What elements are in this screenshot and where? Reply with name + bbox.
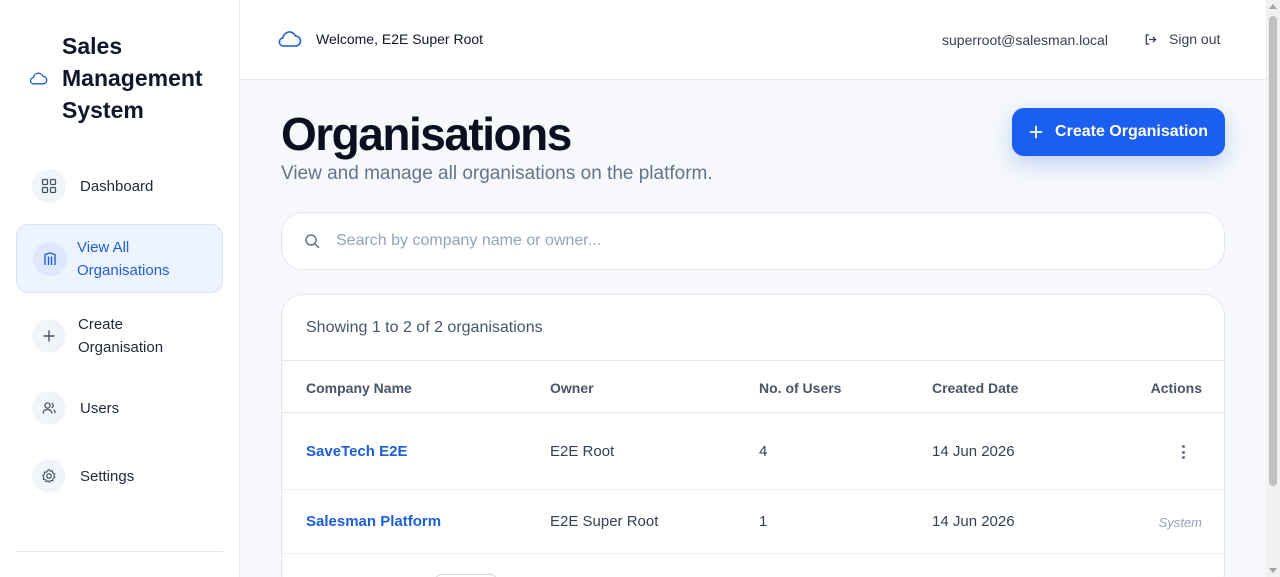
- users-count-cell: 4: [759, 443, 768, 460]
- scroll-up-icon[interactable]: [1269, 4, 1277, 9]
- row-actions-menu-icon[interactable]: [1178, 445, 1188, 459]
- search-icon: [305, 234, 320, 249]
- users-icon: [32, 391, 66, 425]
- plus-icon: [32, 319, 66, 353]
- owner-cell: E2E Super Root: [550, 513, 659, 530]
- search-bar: [281, 212, 1225, 270]
- company-name-link[interactable]: Salesman Platform: [306, 513, 441, 530]
- organisations-table-card: Showing 1 to 2 of 2 organisations Compan…: [281, 294, 1225, 577]
- sidebar-divider: [16, 551, 223, 552]
- sidebar-item-label: View All Organisations: [77, 238, 170, 279]
- user-email: superroot@salesman.local: [942, 32, 1108, 48]
- gear-icon: [32, 459, 66, 493]
- created-date-cell: 14 Jun 2026: [932, 443, 1015, 460]
- column-header-owner: Owner: [550, 380, 594, 396]
- system-label: System: [1158, 515, 1202, 530]
- sidebar-item-create-organisation[interactable]: Create Organisation: [16, 313, 223, 359]
- sidebar-item-label: Users: [80, 399, 120, 417]
- sidebar: Sales Management System Dashboard View A…: [0, 0, 240, 577]
- sign-out-icon: [1145, 33, 1157, 45]
- brand[interactable]: Sales Management System: [28, 30, 222, 126]
- column-header-users: No. of Users: [759, 380, 842, 396]
- sidebar-item-label: Settings: [80, 467, 135, 485]
- sidebar-item-label: Create Organisation: [78, 316, 164, 356]
- page-scrollbar[interactable]: [1266, 0, 1280, 577]
- building-icon: [33, 241, 67, 276]
- page-subtitle: View and manage all organisations on the…: [281, 163, 713, 184]
- table-row: Salesman Platform E2E Super Root 1 14 Ju…: [282, 490, 1224, 554]
- sign-out-label: Sign out: [1169, 31, 1221, 47]
- results-summary: Showing 1 to 2 of 2 organisations: [306, 319, 543, 336]
- welcome-banner: Welcome, E2E Super Root: [276, 29, 483, 49]
- scroll-down-icon[interactable]: [1269, 568, 1277, 573]
- table-row: SaveTech E2E E2E Root 4 14 Jun 2026: [282, 413, 1224, 490]
- sign-out-button[interactable]: Sign out: [1144, 31, 1220, 47]
- column-header-company-name: Company Name: [306, 380, 412, 396]
- sidebar-item-settings[interactable]: Settings: [16, 458, 223, 494]
- sidebar-item-label: Dashboard: [80, 177, 154, 195]
- sidebar-item-view-all-organisations[interactable]: View All Organisations: [16, 224, 223, 293]
- column-header-actions: Actions: [1150, 380, 1202, 396]
- grid-icon: [32, 169, 66, 203]
- search-input[interactable]: [336, 232, 1196, 250]
- column-header-created-date: Created Date: [932, 380, 1019, 396]
- table-header: Company Name Owner No. of Users Created …: [282, 360, 1224, 413]
- owner-cell: E2E Root: [550, 443, 615, 460]
- scrollbar-thumb[interactable]: [1269, 16, 1277, 486]
- create-organisation-label: Create Organisation: [1055, 123, 1208, 140]
- plus-icon: [1029, 125, 1043, 139]
- sidebar-item-users[interactable]: Users: [16, 390, 223, 426]
- created-date-cell: 14 Jun 2026: [932, 513, 1015, 530]
- create-organisation-button[interactable]: Create Organisation: [1012, 108, 1225, 156]
- cloud-icon: [278, 31, 302, 47]
- cloud-icon: [29, 72, 48, 85]
- app-title: Sales Management System: [62, 33, 203, 123]
- users-count-cell: 1: [759, 513, 768, 530]
- page-title: Organisations: [281, 108, 572, 160]
- sidebar-item-dashboard[interactable]: Dashboard: [16, 168, 223, 204]
- company-name-link[interactable]: SaveTech E2E: [306, 443, 407, 460]
- top-bar: Welcome, E2E Super Root superroot@salesm…: [240, 0, 1266, 80]
- welcome-text: Welcome, E2E Super Root: [316, 31, 484, 47]
